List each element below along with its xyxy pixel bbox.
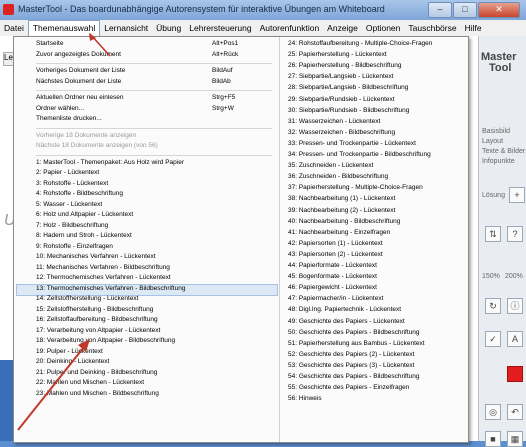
annotation-arrow xyxy=(17,33,111,431)
